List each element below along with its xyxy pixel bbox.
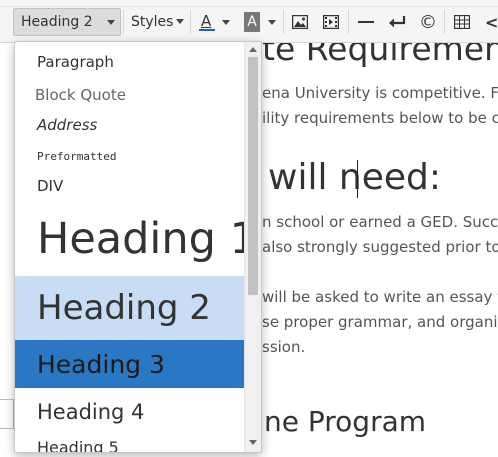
background-color-icon: A xyxy=(244,12,260,32)
paragraph-line: ena University is competitive. Fre xyxy=(262,84,498,102)
horizontal-line-icon xyxy=(358,21,374,23)
format-option-label: Preformatted xyxy=(37,149,117,163)
format-option-heading-4[interactable]: Heading 4 xyxy=(15,388,244,436)
text-cursor xyxy=(357,160,358,198)
format-option-label: DIV xyxy=(37,177,64,195)
scrollbar-thumb[interactable] xyxy=(248,57,258,295)
chevron-down-icon xyxy=(107,20,115,25)
font-color-icon: A xyxy=(199,12,215,32)
format-option-label: Heading 5 xyxy=(37,438,119,453)
format-option-label: Paragraph xyxy=(37,53,114,71)
scroll-down-arrow-icon[interactable] xyxy=(249,440,257,445)
font-color-letter: A xyxy=(201,12,212,30)
format-option-block-quote[interactable]: Block Quote xyxy=(15,80,244,110)
copyright-icon: © xyxy=(419,11,437,33)
page-heading: te Requiremen xyxy=(262,43,498,68)
image-icon xyxy=(292,15,308,29)
block-format-select-value: Heading 2 xyxy=(21,14,93,30)
horizontal-rule-button[interactable] xyxy=(354,8,378,36)
toolbar-divider xyxy=(348,10,349,34)
format-option-div[interactable]: DIV xyxy=(15,170,244,202)
paragraph-line: se proper grammar, and organiz xyxy=(262,313,498,331)
format-option-label: Address xyxy=(37,116,98,134)
background-color-dropdown-button[interactable] xyxy=(264,8,280,36)
block-format-select[interactable]: Heading 2 xyxy=(13,8,121,36)
editor-window: Heading 2 Styles A A © < te Requiremen e… xyxy=(0,0,498,457)
format-option-label: Heading 1 xyxy=(37,214,257,264)
section-heading: ne Program xyxy=(264,405,427,438)
insert-image-button[interactable] xyxy=(288,8,312,36)
font-color-swatch xyxy=(199,29,215,31)
format-option-paragraph[interactable]: Paragraph xyxy=(15,42,244,82)
format-option-heading-5[interactable]: Heading 5 xyxy=(15,438,244,453)
section-heading: will need: xyxy=(268,157,441,198)
paragraph-line: ility requirements below to be co xyxy=(262,109,498,127)
format-option-label: Heading 2 xyxy=(37,288,211,328)
toolbar-divider xyxy=(190,10,191,34)
font-color-button[interactable]: A xyxy=(196,8,218,36)
paragraph-line: n school or earned a GED. Succes xyxy=(262,213,498,231)
line-break-button[interactable] xyxy=(385,8,409,36)
format-option-address[interactable]: Address xyxy=(15,110,244,140)
format-option-label: Block Quote xyxy=(35,86,126,104)
format-option-label: Heading 3 xyxy=(37,349,165,379)
block-format-dropdown: Paragraph Block Quote Address Preformatt… xyxy=(14,41,262,453)
dropdown-scrollbar[interactable] xyxy=(244,42,261,452)
code-icon: < xyxy=(485,12,498,32)
chevron-down-icon xyxy=(176,19,184,24)
paragraph-line: also strongly suggested prior to e xyxy=(262,238,498,256)
insert-table-button[interactable] xyxy=(450,8,474,36)
special-character-button[interactable]: © xyxy=(416,8,440,36)
media-icon xyxy=(323,15,339,29)
paragraph-line: will be asked to write an essay t xyxy=(262,288,498,306)
styles-select[interactable]: Styles xyxy=(124,8,188,36)
format-option-heading-2[interactable]: Heading 2 xyxy=(15,276,244,340)
background-color-letter: A xyxy=(247,14,257,30)
return-arrow-icon xyxy=(389,16,406,28)
format-option-label: Heading 4 xyxy=(37,400,145,424)
chevron-down-icon xyxy=(268,19,276,25)
format-option-preformatted[interactable]: Preformatted xyxy=(15,142,244,170)
format-option-heading-1[interactable]: Heading 1 xyxy=(15,202,257,276)
collapsed-panel-edge xyxy=(0,399,14,429)
editor-toolbar: Heading 2 Styles A A © < xyxy=(0,0,498,43)
toolbar-divider xyxy=(283,10,284,34)
chevron-down-icon xyxy=(222,19,230,25)
toolbar-top-row-edge xyxy=(0,0,498,7)
paragraph-line: ssion. xyxy=(262,338,306,356)
styles-select-value: Styles xyxy=(131,14,174,30)
scroll-up-arrow-icon[interactable] xyxy=(249,47,257,52)
format-option-heading-3[interactable]: Heading 3 xyxy=(15,340,244,388)
font-color-dropdown-button[interactable] xyxy=(218,8,234,36)
background-color-button[interactable]: A xyxy=(240,8,264,36)
table-icon xyxy=(454,15,470,29)
toolbar-divider xyxy=(444,10,445,34)
source-code-button[interactable]: < xyxy=(481,8,498,36)
insert-media-button[interactable] xyxy=(319,8,343,36)
